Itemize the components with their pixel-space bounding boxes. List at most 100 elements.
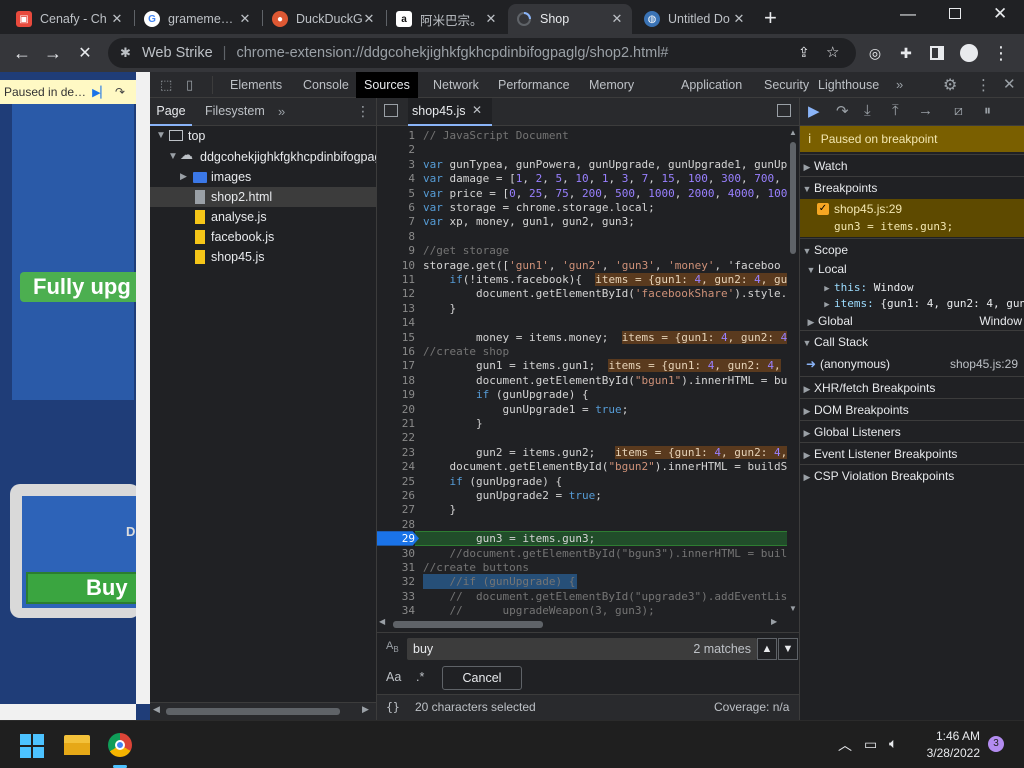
- browser-tab[interactable]: ● DuckDuckG ✕: [264, 4, 384, 34]
- line-number[interactable]: 23: [377, 446, 415, 459]
- line-number[interactable]: 17: [377, 359, 415, 372]
- line-number[interactable]: 24: [377, 460, 415, 473]
- tree-expand-icon[interactable]: ▼: [156, 130, 166, 141]
- show-hidden-icons-chevron-icon[interactable]: ︿: [838, 735, 852, 755]
- code-line[interactable]: gun3 = items.gun3;: [423, 532, 595, 545]
- close-icon[interactable]: ✕: [362, 11, 376, 27]
- clock-time[interactable]: 1:46 AM: [920, 729, 980, 743]
- code-line[interactable]: var damage = [1, 2, 5, 10, 1, 3, 7, 15, …: [423, 172, 794, 185]
- line-number[interactable]: 21: [377, 417, 415, 430]
- code-line[interactable]: document.getElementById('facebookShare')…: [423, 287, 787, 300]
- step-icon[interactable]: →: [918, 102, 933, 119]
- clock-date[interactable]: 3/28/2022: [916, 746, 980, 760]
- line-number[interactable]: 14: [377, 316, 415, 329]
- watch-section-header[interactable]: ▶ Watch: [800, 154, 1024, 176]
- debugger-pane-header[interactable]: ▶ Event Listener Breakpoints: [800, 442, 1024, 464]
- browser-tab[interactable]: a 阿米巴宗。 ✕: [388, 4, 506, 34]
- code-line[interactable]: // JavaScript Document: [423, 129, 569, 142]
- code-line[interactable]: }: [423, 417, 483, 430]
- line-number[interactable]: 6: [377, 201, 415, 214]
- share-icon[interactable]: ⇪: [798, 44, 810, 61]
- line-number[interactable]: 8: [377, 230, 415, 243]
- tree-item-top[interactable]: top: [188, 129, 205, 143]
- extension-icon[interactable]: ◎: [862, 40, 888, 66]
- code-line[interactable]: if (gunUpgrade) {: [423, 388, 589, 401]
- close-icon[interactable]: ✕: [484, 11, 498, 27]
- close-icon[interactable]: ✕: [732, 11, 746, 27]
- previous-match-icon[interactable]: ▲: [757, 638, 777, 660]
- line-number[interactable]: 13: [377, 302, 415, 315]
- code-line[interactable]: // upgradeWeapon(3, gun3);: [423, 604, 654, 616]
- line-number[interactable]: 18: [377, 374, 415, 387]
- line-number[interactable]: 33: [377, 590, 415, 603]
- scope-this[interactable]: ▶ this: Window: [820, 281, 913, 294]
- toggle-navigator-icon[interactable]: [384, 104, 398, 117]
- notification-badge[interactable]: 3: [988, 736, 1004, 752]
- close-icon[interactable]: ✕: [110, 11, 124, 27]
- call-stack-section-header[interactable]: ▼ Call Stack: [800, 330, 1024, 352]
- back-icon[interactable]: ←: [9, 40, 35, 66]
- line-number[interactable]: 31: [377, 561, 415, 574]
- line-number[interactable]: 2: [377, 143, 415, 156]
- deactivate-breakpoints-icon[interactable]: ⧄: [954, 102, 963, 119]
- code-line[interactable]: var xp, money, gun1, gun2, gun3;: [423, 215, 635, 228]
- line-number[interactable]: 16: [377, 345, 415, 358]
- profile-icon[interactable]: [956, 40, 982, 66]
- chrome-taskbar-icon[interactable]: [108, 733, 132, 757]
- devtools-tab-lighthouse[interactable]: Lighthouse: [810, 72, 887, 98]
- scope-global[interactable]: ▶ Global Window: [804, 314, 1024, 328]
- breakpoint-checkbox[interactable]: ✓: [817, 203, 829, 215]
- code-line[interactable]: var storage = chrome.storage.local;: [423, 201, 655, 214]
- line-number[interactable]: 12: [377, 287, 415, 300]
- step-over-icon[interactable]: ↷: [115, 85, 125, 99]
- debugger-pane-header[interactable]: ▶ Global Listeners: [800, 420, 1024, 442]
- inspect-element-icon[interactable]: ⬚: [160, 77, 172, 93]
- bookmark-star-icon[interactable]: ☆: [826, 43, 839, 61]
- tree-item-facebook-js[interactable]: facebook.js: [211, 230, 274, 244]
- line-number[interactable]: 30: [377, 547, 415, 560]
- scope-section-header[interactable]: ▼ Scope: [800, 238, 1024, 260]
- code-line[interactable]: money = items.money; items = {gun1: 4, g…: [423, 330, 788, 344]
- line-number[interactable]: 19: [377, 388, 415, 401]
- next-match-icon[interactable]: ▼: [778, 638, 798, 660]
- pretty-print-button[interactable]: {}: [386, 700, 400, 714]
- tree-collapse-icon[interactable]: ▶: [180, 171, 187, 182]
- line-number[interactable]: 28: [377, 518, 415, 531]
- devtools-tab-performance[interactable]: Performance: [490, 72, 578, 98]
- minimize-icon[interactable]: —: [900, 6, 916, 24]
- tree-item-analyse-js[interactable]: analyse.js: [211, 210, 267, 224]
- code-line[interactable]: document.getElementById("bgun2").innerHT…: [423, 460, 787, 473]
- code-line[interactable]: if(!items.facebook){ items = {gun1: 4, g…: [423, 273, 788, 286]
- scope-local[interactable]: ▼ Local: [804, 262, 847, 276]
- line-number[interactable]: 20: [377, 403, 415, 416]
- match-case-toggle[interactable]: Aa: [386, 670, 401, 684]
- call-frame[interactable]: ➜ (anonymous) shop45.js:29: [800, 353, 1024, 375]
- line-number[interactable]: 26: [377, 489, 415, 502]
- sidepanel-icon[interactable]: [924, 40, 950, 66]
- new-tab-button[interactable]: +: [764, 5, 777, 31]
- browser-tab-active[interactable]: Shop ✕: [508, 4, 632, 34]
- code-line[interactable]: gun1 = items.gun1; items = {gun1: 4, gun…: [423, 359, 781, 373]
- line-number[interactable]: 25: [377, 475, 415, 488]
- step-into-icon[interactable]: ⤓: [864, 102, 871, 119]
- line-number[interactable]: 1: [377, 129, 415, 142]
- line-number[interactable]: 10: [377, 259, 415, 272]
- replace-toggle-icon[interactable]: AB: [386, 640, 399, 654]
- line-number[interactable]: 29: [377, 532, 415, 545]
- editor-file-tab[interactable]: shop45.js ✕: [408, 98, 492, 126]
- windows-start-icon[interactable]: [20, 734, 44, 758]
- devtools-tab-elements[interactable]: Elements: [222, 72, 290, 98]
- line-number[interactable]: 34: [377, 604, 415, 616]
- code-line[interactable]: gunUpgrade1 = true;: [423, 403, 628, 416]
- pause-on-exceptions-icon[interactable]: ⏸: [984, 102, 991, 119]
- toggle-debugger-icon[interactable]: [777, 104, 791, 117]
- tree-expand-icon[interactable]: ▼: [168, 151, 178, 162]
- line-number[interactable]: 15: [377, 331, 415, 344]
- nav-menu-icon[interactable]: ⋮: [356, 103, 370, 120]
- more-tabs-icon[interactable]: »: [896, 77, 903, 92]
- page-vertical-scrollbar[interactable]: [136, 72, 150, 704]
- step-out-icon[interactable]: ⤒: [892, 102, 899, 119]
- resume-execution-icon[interactable]: ▶︎: [808, 102, 820, 120]
- close-icon[interactable]: ✕: [610, 11, 624, 27]
- step-over-icon[interactable]: ↷: [836, 102, 849, 120]
